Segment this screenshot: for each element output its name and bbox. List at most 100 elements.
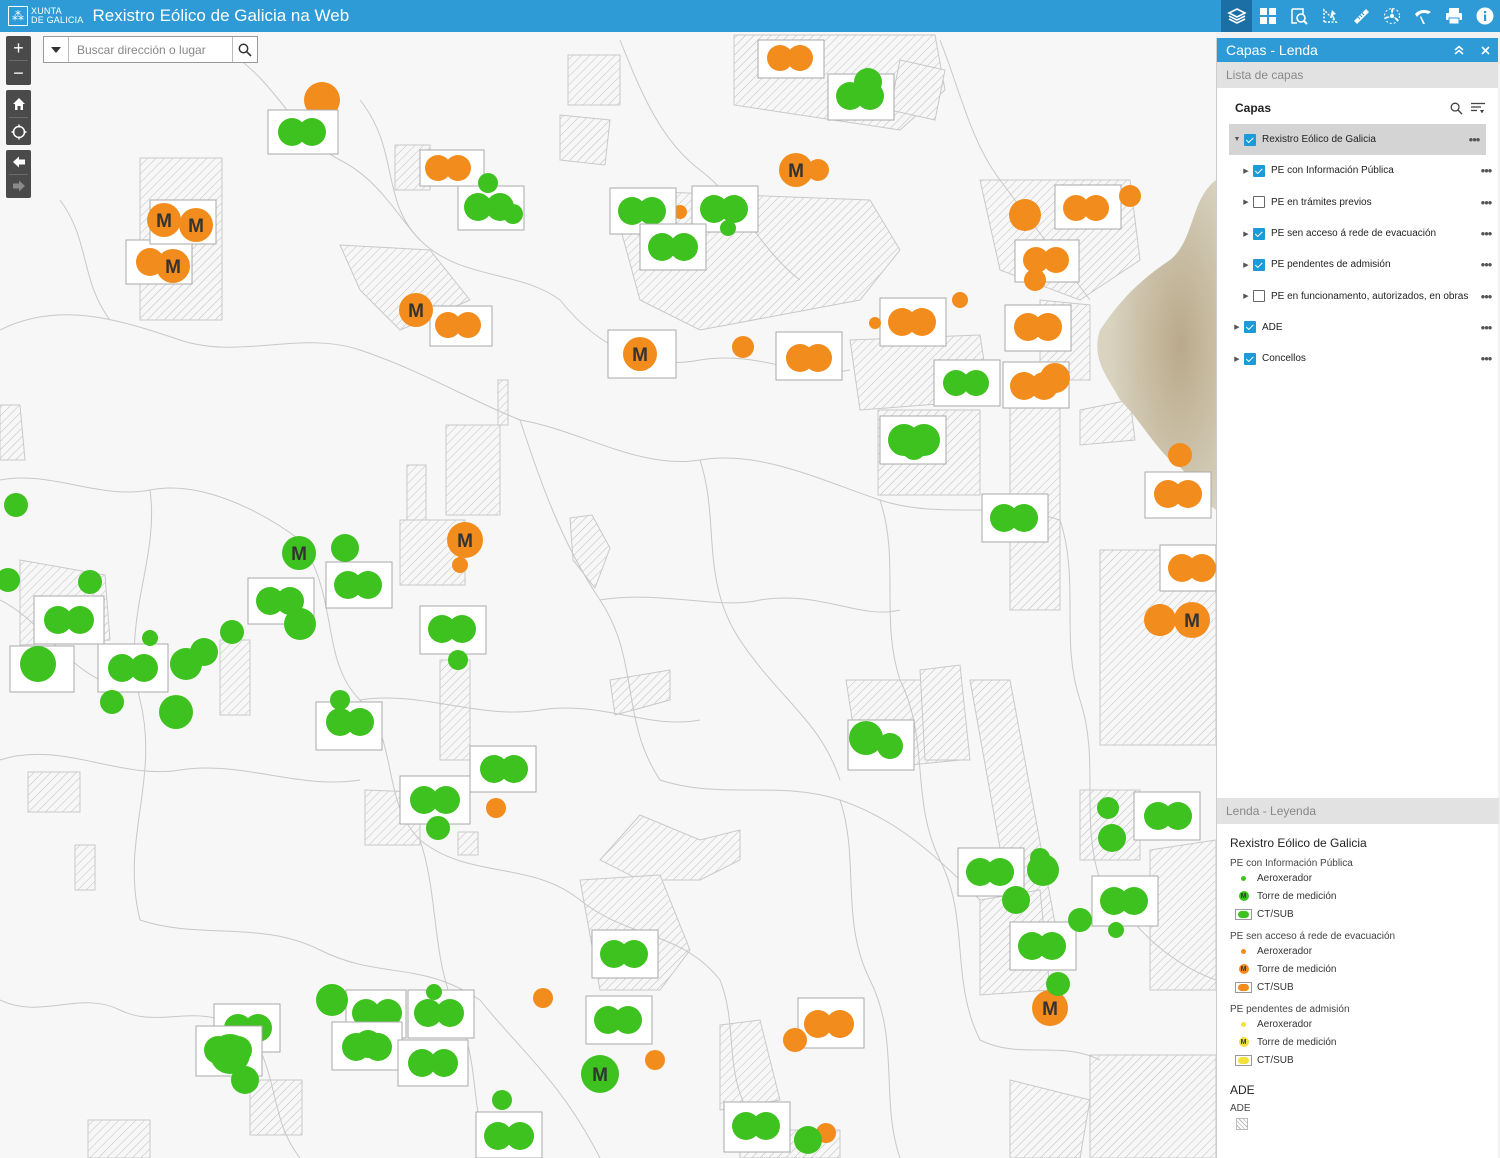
layer-visibility-checkbox[interactable] (1244, 352, 1256, 365)
select-icon (1322, 8, 1338, 23)
layers-tool[interactable] (1221, 0, 1252, 32)
ct-sub-orange (419, 149, 485, 187)
legend-group-title: Rexistro Eólico de Galicia (1230, 836, 1367, 850)
more-options-icon[interactable]: ••• (1474, 351, 1498, 366)
ct-sub-green (981, 493, 1049, 543)
select-tool[interactable] (1314, 0, 1345, 32)
basemap-tool[interactable] (1252, 0, 1283, 32)
layer-search-button[interactable] (1446, 98, 1466, 118)
search-input[interactable] (69, 37, 232, 62)
search-button[interactable] (232, 37, 257, 62)
layer-row[interactable]: ▶ PE sen acceso á rede de evacuación ••• (1217, 218, 1498, 249)
caret-right-icon[interactable]: ▶ (1242, 261, 1250, 269)
svg-text:M: M (632, 345, 648, 366)
caret-right-icon[interactable]: ▶ (1242, 167, 1250, 175)
more-options-icon[interactable]: ••• (1474, 320, 1498, 335)
search-icon (238, 43, 252, 57)
zoom-out-button[interactable]: − (6, 61, 31, 85)
legend-section-title: PE con Información Pública (1230, 858, 1353, 869)
search-source-dropdown[interactable] (44, 37, 69, 62)
ct-sub-green (97, 643, 169, 693)
layer-row[interactable]: ▶ PE con Información Pública ••• (1217, 155, 1498, 186)
layer-label: PE pendentes de admisión (1271, 259, 1391, 271)
print-tool[interactable] (1438, 0, 1469, 32)
caret-down-icon (51, 46, 61, 53)
search-widget (43, 36, 258, 63)
layer-row[interactable]: ▶ PE pendentes de admisión ••• (1217, 249, 1498, 280)
tower-green: M (282, 536, 316, 570)
home-button[interactable] (6, 90, 31, 117)
more-options-icon[interactable]: ••• (1462, 132, 1486, 147)
ct-sub-orange (879, 297, 947, 347)
legend-section-title: PE pendentes de admisión (1230, 1004, 1350, 1015)
tower-green (159, 695, 193, 729)
ct-sub-green (639, 223, 707, 271)
ct-sub-green (723, 1101, 791, 1153)
panel-title: Capas - Lenda (1226, 42, 1318, 58)
query-tool[interactable] (1283, 0, 1314, 32)
map-canvas[interactable]: M M M M M M M M M M M (0, 32, 1216, 1158)
layer-label: PE sen acceso á rede de evacuación (1271, 228, 1437, 240)
legend-ade-item: ADE (1230, 1103, 1251, 1114)
layer-list: ▼ Rexistro Eólico de Galicia ••• ▶ PE con In… (1217, 124, 1498, 374)
tower-orange: M (1174, 602, 1210, 638)
svg-text:M: M (1184, 611, 1200, 632)
layer-row[interactable]: ▶ PE en trámites previos ••• (1217, 187, 1498, 218)
ct-sub-green (33, 595, 105, 645)
grid-icon (1259, 8, 1276, 24)
home-locate-controls (6, 90, 31, 145)
turbine-icon (1383, 8, 1400, 24)
layer-visibility-checkbox[interactable] (1244, 133, 1256, 146)
map-view[interactable]: M M M M M M M M M M M + − (0, 32, 1216, 1158)
legend-body: Rexistro Eólico de Galicia PE con Inform… (1217, 836, 1499, 1130)
turbine-dot-icon (1241, 875, 1246, 881)
caret-right-icon[interactable]: ▶ (1233, 355, 1241, 363)
zoom-in-button[interactable]: + (6, 36, 31, 60)
layer-row[interactable]: ▶ PE en funcionamento, autorizados, en ob… (1217, 280, 1498, 311)
legend-item: M Torre de medición (1230, 1033, 1499, 1051)
layer-visibility-checkbox[interactable] (1244, 321, 1256, 334)
measure-tool[interactable] (1345, 0, 1376, 32)
caret-right-icon[interactable]: ▶ (1242, 230, 1250, 238)
wind-tool[interactable] (1376, 0, 1407, 32)
app-window: ⁂ XUNTA DE GALICIA Rexistro Eólico de Ga… (0, 0, 1500, 1158)
layers-header-label: Capas (1235, 101, 1272, 115)
layer-visibility-checkbox[interactable] (1253, 196, 1265, 209)
layer-options-button[interactable] (1468, 98, 1488, 118)
legend-item: Aeroxerador (1230, 869, 1499, 887)
more-options-icon[interactable]: ••• (1474, 163, 1498, 178)
previous-extent-button[interactable] (6, 150, 31, 174)
legend-item-label: CT/SUB (1257, 1054, 1294, 1066)
layer-visibility-checkbox[interactable] (1253, 258, 1265, 271)
locate-button[interactable] (6, 118, 31, 145)
more-options-icon[interactable]: ••• (1474, 289, 1498, 304)
layer-row[interactable]: ▶ ADE ••• (1217, 312, 1498, 343)
layer-visibility-checkbox[interactable] (1253, 164, 1265, 177)
layer-label: Rexistro Eólico de Galicia (1262, 134, 1376, 146)
draw-tool[interactable] (1407, 0, 1438, 32)
layer-row[interactable]: ▶ Concellos ••• (1217, 343, 1498, 374)
layer-visibility-checkbox[interactable] (1253, 227, 1265, 240)
caret-right-icon[interactable]: ▶ (1233, 323, 1241, 331)
layer-row[interactable]: ▼ Rexistro Eólico de Galicia ••• (1229, 124, 1486, 156)
ct-sub-orange (1004, 304, 1072, 352)
substation-icon (1235, 981, 1252, 993)
close-panel-button[interactable] (1472, 38, 1498, 62)
more-options-icon[interactable]: ••• (1474, 257, 1498, 272)
caret-right-icon[interactable]: ▶ (1242, 198, 1250, 206)
more-options-icon[interactable]: ••• (1474, 195, 1498, 210)
svg-text:M: M (592, 1065, 608, 1086)
next-extent-button[interactable] (6, 175, 31, 199)
legend-item: CT/SUB (1230, 978, 1499, 996)
collapse-panel-button[interactable] (1446, 38, 1472, 62)
arrow-left-icon (12, 156, 25, 168)
draw-icon (1414, 9, 1431, 24)
caret-right-icon[interactable]: ▶ (1242, 292, 1250, 300)
ct-sub-green (267, 109, 339, 155)
info-tool[interactable] (1469, 0, 1500, 32)
caret-down-icon[interactable]: ▼ (1233, 136, 1241, 143)
more-options-icon[interactable]: ••• (1474, 226, 1498, 241)
svg-text:M: M (457, 531, 473, 552)
tower-orange: M (447, 522, 483, 558)
layer-visibility-checkbox[interactable] (1253, 290, 1265, 303)
